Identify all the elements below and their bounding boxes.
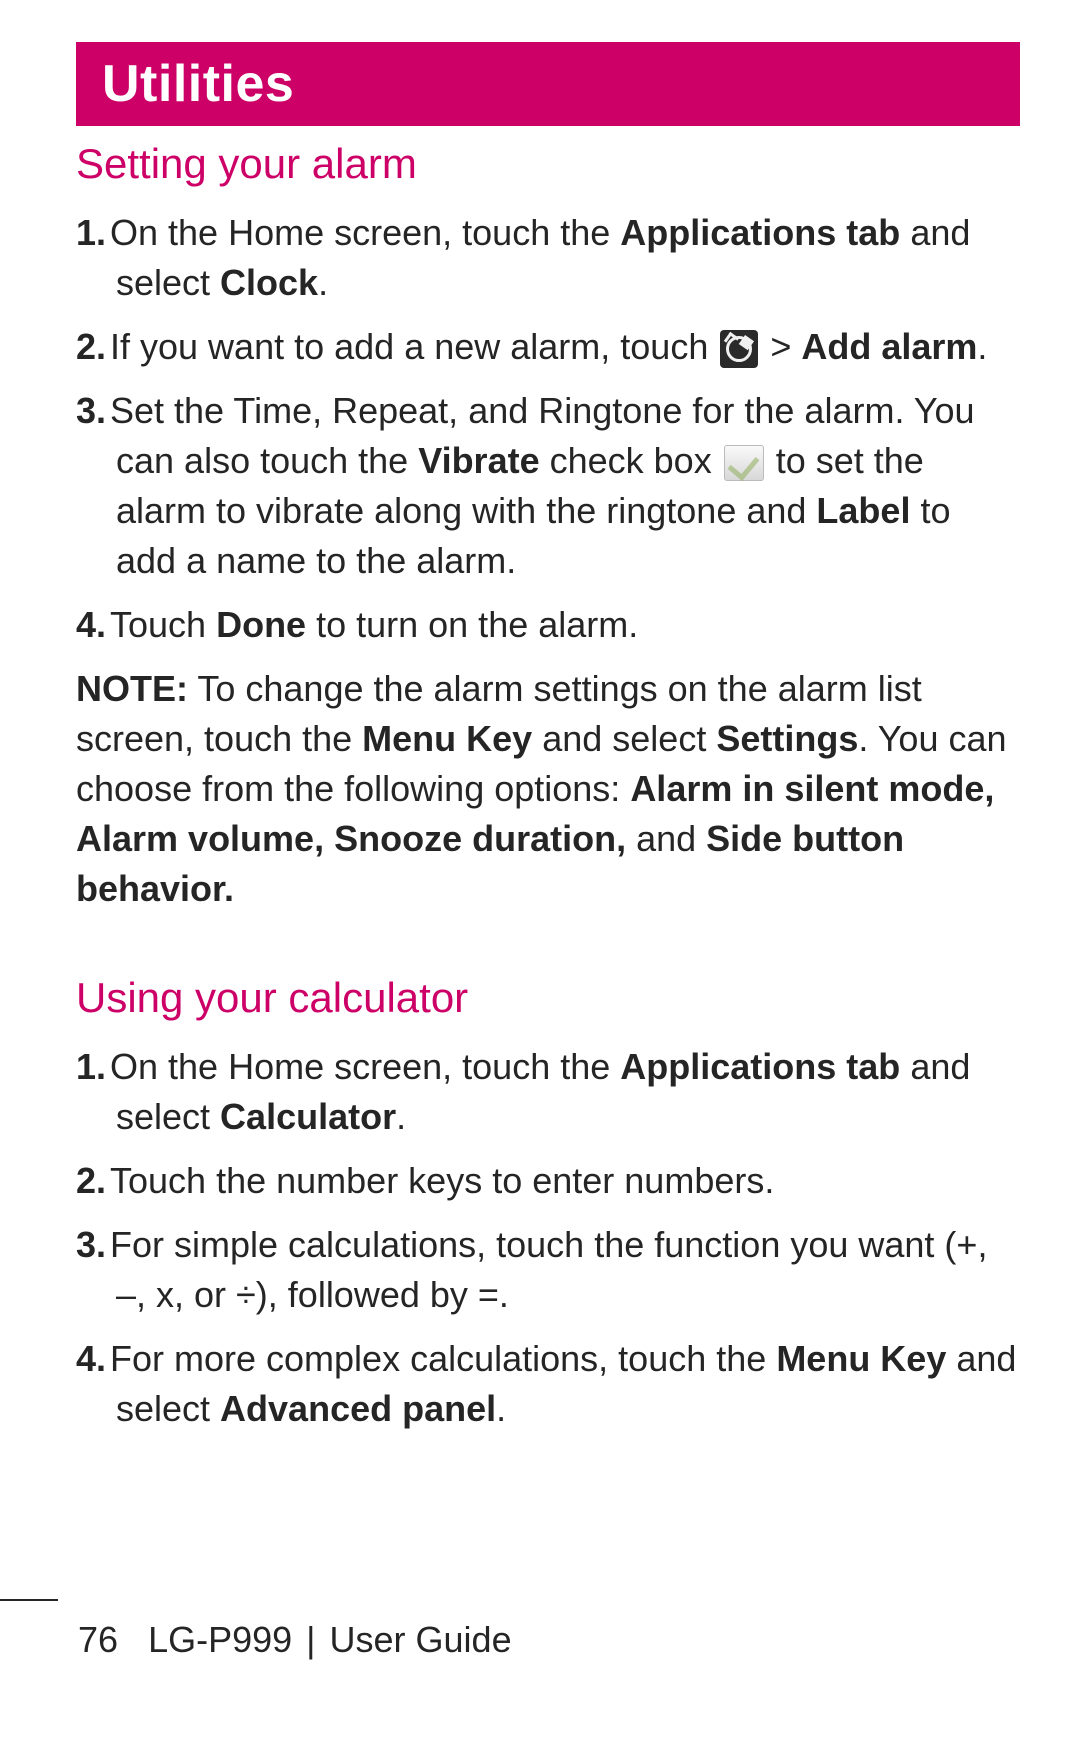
step-number: 2.	[76, 1156, 110, 1206]
device-model: LG-P999	[148, 1619, 292, 1660]
footer-separator: |	[306, 1619, 315, 1660]
calc-step-3: 3.For simple calculations, touch the fun…	[76, 1220, 1020, 1320]
step-number: 2.	[76, 322, 110, 372]
manual-page: Utilities Setting your alarm 1.On the Ho…	[0, 0, 1080, 1761]
section-heading-calculator: Using your calculator	[76, 974, 1020, 1022]
page-footer: 76 LG-P999 | User Guide	[0, 1619, 1080, 1661]
step-number: 4.	[76, 600, 110, 650]
step-number: 3.	[76, 1220, 110, 1270]
step-number: 3.	[76, 386, 110, 436]
alarm-note: NOTE: To change the alarm settings on th…	[76, 664, 1020, 914]
alarm-clock-icon	[720, 330, 758, 368]
checkbox-icon	[724, 445, 764, 481]
calc-step-4: 4.For more complex calculations, touch t…	[76, 1334, 1020, 1434]
chapter-title-bar: Utilities	[76, 42, 1020, 126]
footer-text: 76 LG-P999 | User Guide	[78, 1619, 512, 1660]
step-number: 4.	[76, 1334, 110, 1384]
calc-step-1: 1.On the Home screen, touch the Applicat…	[76, 1042, 1020, 1142]
alarm-step-1: 1.On the Home screen, touch the Applicat…	[76, 208, 1020, 308]
doc-title: User Guide	[330, 1619, 512, 1660]
alarm-step-3: 3.Set the Time, Repeat, and Ringtone for…	[76, 386, 1020, 586]
step-number: 1.	[76, 1042, 110, 1092]
chapter-title: Utilities	[94, 54, 294, 114]
calculator-steps-list: 1.On the Home screen, touch the Applicat…	[60, 1042, 1020, 1434]
footer-rule	[0, 1599, 58, 1601]
page-number: 76	[78, 1619, 118, 1660]
alarm-step-4: 4.Touch Done to turn on the alarm.	[76, 600, 1020, 650]
step-number: 1.	[76, 208, 110, 258]
section-heading-alarm: Setting your alarm	[76, 140, 1020, 188]
alarm-steps-list: 1.On the Home screen, touch the Applicat…	[60, 208, 1020, 650]
alarm-step-2: 2.If you want to add a new alarm, touch …	[76, 322, 1020, 372]
calc-step-2: 2.Touch the number keys to enter numbers…	[76, 1156, 1020, 1206]
